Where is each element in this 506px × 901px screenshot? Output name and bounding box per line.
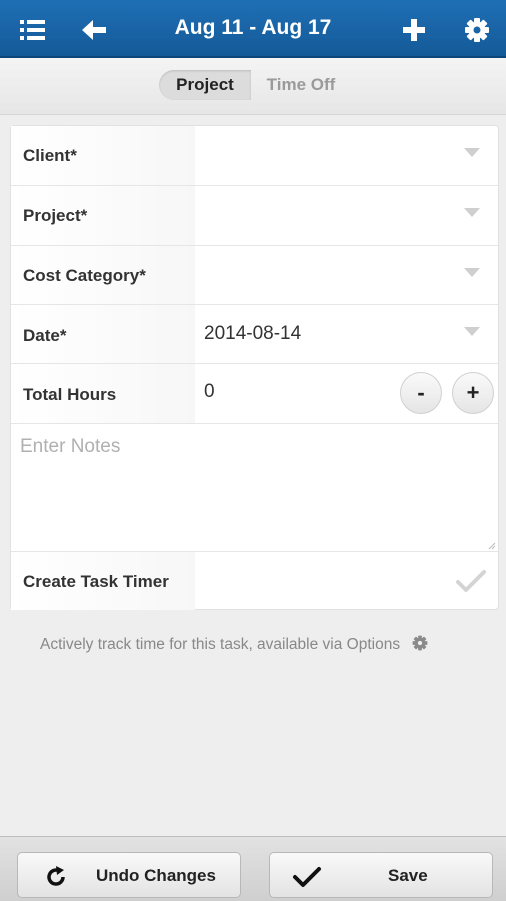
bottom-toolbar: Undo Changes Save	[0, 836, 506, 901]
project-row[interactable]: Project*	[11, 186, 498, 246]
checkmark-icon	[293, 867, 321, 887]
gear-icon	[413, 635, 428, 651]
task-timer-label: Create Task Timer	[23, 572, 169, 591]
decrement-button[interactable]: -	[400, 372, 442, 414]
refresh-icon	[47, 866, 65, 886]
plus-icon[interactable]	[398, 14, 430, 46]
chevron-down-icon[interactable]	[464, 208, 480, 217]
notes-input[interactable]	[11, 424, 498, 552]
save-button[interactable]: Save	[269, 852, 493, 898]
gear-icon[interactable]	[461, 14, 493, 46]
chevron-down-icon[interactable]	[464, 327, 480, 336]
total-hours-value[interactable]: 0	[204, 381, 215, 403]
cost-category-row[interactable]: Cost Category*	[11, 246, 498, 305]
entry-form: Client* Project* Cost Category* Date* 20…	[10, 125, 499, 610]
chevron-down-icon[interactable]	[464, 148, 480, 157]
date-select[interactable]: 2014-08-14	[204, 323, 301, 345]
tab-time-off[interactable]: Time Off	[252, 70, 350, 100]
chevron-down-icon[interactable]	[464, 268, 480, 277]
total-hours-label: Total Hours	[23, 385, 117, 404]
cost-category-label: Cost Category*	[23, 266, 146, 285]
top-bar: Aug 11 - Aug 17	[0, 0, 506, 58]
checkmark-icon[interactable]	[456, 569, 486, 593]
task-timer-hint: Actively track time for this task, avail…	[40, 633, 428, 654]
tab-bar: Project Time Off	[0, 58, 506, 115]
project-label: Project*	[23, 206, 88, 225]
tab-project[interactable]: Project	[159, 70, 251, 100]
client-row[interactable]: Client*	[11, 126, 498, 186]
resize-handle-icon[interactable]	[488, 542, 496, 550]
date-row[interactable]: Date* 2014-08-14	[11, 305, 498, 364]
total-hours-row: Total Hours 0 - +	[11, 364, 498, 424]
date-label: Date*	[23, 326, 67, 345]
task-timer-row[interactable]: Create Task Timer	[11, 552, 498, 610]
page-title: Aug 11 - Aug 17	[174, 16, 332, 39]
undo-changes-button[interactable]: Undo Changes	[17, 852, 241, 898]
increment-button[interactable]: +	[452, 372, 494, 414]
client-label: Client*	[23, 146, 77, 165]
